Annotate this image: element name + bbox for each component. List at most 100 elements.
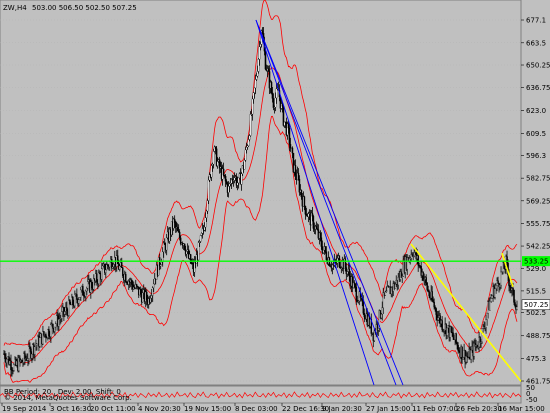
candle-body (291, 147, 294, 154)
candle-body (193, 261, 196, 273)
y-tick-label: 555.75 (526, 220, 550, 228)
candle-body (149, 298, 152, 303)
chart-window[interactable]: 533.25 507.25 50 0 -50 677.1 663.5 650.25 636.… (0, 0, 550, 413)
candle-body (176, 227, 179, 232)
candle-body (248, 135, 251, 140)
candle-body (141, 292, 144, 303)
candle-body (455, 333, 457, 343)
candle-body (107, 264, 109, 266)
x-tick-label: 19 Nov 15:00 (184, 405, 231, 413)
candle-body (274, 97, 277, 108)
y-tick-label: 502.5 (526, 309, 546, 317)
candle-body (109, 261, 111, 268)
y-tick-label: 663.5 (526, 39, 546, 47)
candle-body (96, 273, 98, 282)
osc-tick-label: -50 (526, 396, 537, 404)
x-tick-label: 3 Oct 16:30 (50, 405, 91, 413)
candle-body (435, 308, 437, 315)
candle-body (311, 212, 314, 217)
x-tick-label: 27 Jan 15:00 (366, 405, 410, 413)
y-tick-label: 461.75 (526, 378, 550, 386)
x-tick-label: 20 Oct 11:00 (90, 405, 136, 413)
candle-body (55, 323, 57, 328)
candle-body (491, 295, 493, 299)
candle-body (54, 326, 56, 332)
candle-body (151, 287, 154, 296)
candle-body (270, 82, 273, 94)
y-tick-label: 475.3 (526, 355, 546, 363)
candle-body (485, 319, 487, 328)
candle-body (500, 271, 502, 286)
candle-body (312, 216, 315, 229)
candle-body (211, 163, 214, 166)
candle-body (497, 280, 499, 284)
candle-body (252, 92, 255, 100)
candle-body (514, 302, 516, 307)
candle-body (50, 324, 52, 337)
y-tick-label: 569.25 (526, 197, 550, 205)
candle-body (353, 282, 356, 285)
candle-body (203, 226, 206, 231)
candle-body (145, 291, 148, 301)
candle-body (78, 299, 80, 304)
candle-body (401, 276, 403, 278)
candle-body (205, 210, 208, 218)
candle-body (346, 271, 349, 275)
candle-body (152, 283, 155, 288)
candle-body (200, 233, 203, 236)
candle-body (198, 241, 201, 243)
x-tick-label: 4 Nov 20:30 (138, 405, 181, 413)
candle-body (348, 268, 351, 277)
candle-body (36, 343, 38, 346)
candle-body (354, 283, 357, 288)
candle-body (112, 266, 114, 269)
x-tick-label: 9 Jan 20:30 (322, 405, 362, 413)
candle-body (462, 357, 464, 360)
ohlc-header: 503.00 506.50 502.50 507.25 (32, 4, 137, 12)
candle-body (227, 186, 230, 193)
candle-body (495, 285, 497, 289)
candle-body (275, 88, 278, 99)
candle-body (411, 254, 413, 256)
x-tick-label: 16 Mar 15:00 (498, 405, 545, 413)
candle-body (426, 282, 428, 290)
candle-body (259, 44, 262, 47)
candle-body (513, 289, 515, 303)
candle-body (433, 301, 435, 308)
candle-body (413, 252, 415, 256)
candle-body (486, 313, 488, 320)
candle-body (489, 301, 491, 311)
candle-body (461, 346, 463, 360)
y-tick-label: 623.0 (526, 107, 546, 115)
candle-body (216, 161, 219, 166)
candle-body (319, 232, 322, 238)
candle-body (212, 151, 215, 165)
candle-body (509, 285, 511, 288)
candle-body (79, 297, 81, 300)
candle-body (324, 246, 327, 252)
candle-body (159, 264, 162, 267)
y-tick-label: 636.75 (526, 84, 550, 92)
candle-body (125, 273, 127, 283)
candle-body (160, 261, 163, 265)
candle-body (236, 182, 239, 186)
candle-body (210, 165, 213, 178)
candle-body (31, 353, 33, 359)
candle-body (304, 205, 307, 215)
candle-body (256, 71, 259, 77)
current-price-label: 507.25 (524, 301, 549, 309)
candle-body (377, 328, 380, 331)
candle-body (10, 360, 12, 371)
candle-body (150, 295, 153, 299)
price-chart[interactable]: 533.25507.25 500-50 677.1663.5650.25636.… (0, 0, 550, 413)
candle-body (431, 291, 433, 300)
candle-body (363, 313, 366, 317)
candle-body (394, 284, 396, 289)
candle-body (4, 353, 6, 360)
candle-body (237, 177, 240, 184)
candle-body (245, 147, 248, 151)
candle-body (86, 288, 88, 292)
candle-body (355, 286, 358, 301)
candle-body (69, 300, 71, 304)
candle-body (6, 358, 8, 363)
